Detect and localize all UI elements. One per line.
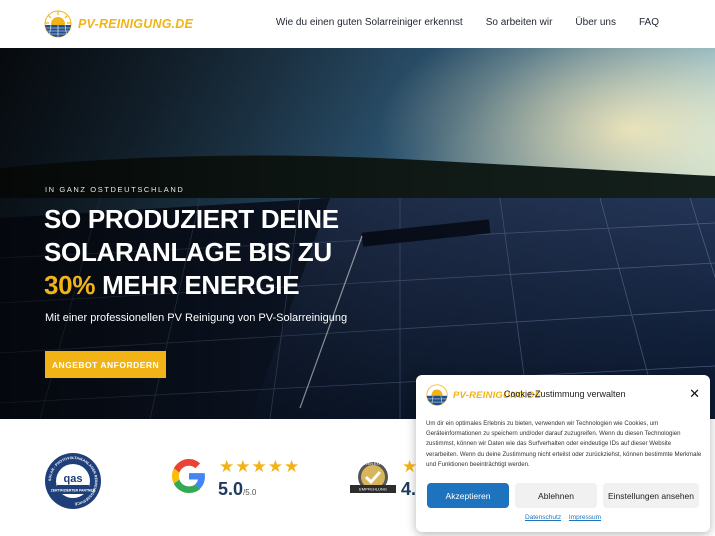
- nav-item-about[interactable]: Über uns: [575, 17, 616, 28]
- hero-headline: SO PRODUZIERT DEINE SOLARANLAGE BIS ZU 3…: [44, 203, 339, 302]
- expert-sub: EMPFEHLUNG: [359, 487, 387, 492]
- hero-section: IN GANZ OSTDEUTSCHLAND SO PRODUZIERT DEI…: [0, 48, 715, 419]
- logo-text: PV-REINIGUNG.DE: [78, 17, 194, 31]
- qas-partner-badge: SOLAR - PHOTOVOLTAIKANLAGEN REINIGUNGSSE…: [45, 453, 101, 509]
- headline-line-1: SO PRODUZIERT DEINE: [44, 204, 339, 234]
- qas-sub: ZERTIFIZIERTER PARTNER: [51, 489, 96, 493]
- accept-button[interactable]: Akzeptieren: [427, 483, 509, 508]
- qas-label: qas: [64, 473, 83, 485]
- nav-item-process[interactable]: So arbeiten wir: [486, 17, 553, 28]
- hero-subline: Mit einer professionellen PV Reinigung v…: [45, 312, 348, 324]
- view-settings-button[interactable]: Einstellungen ansehen: [603, 483, 699, 508]
- request-quote-button[interactable]: ANGEBOT ANFORDERN: [45, 351, 166, 378]
- hero-eyebrow: IN GANZ OSTDEUTSCHLAND: [45, 185, 185, 194]
- headline-accent: 30%: [44, 270, 96, 300]
- google-icon: [172, 459, 205, 493]
- google-rating-scale: /5.0: [243, 488, 257, 497]
- sun-panel-logo-icon: [44, 10, 72, 38]
- expert-rating: 4.: [401, 479, 417, 499]
- nav-item-faq[interactable]: FAQ: [639, 17, 659, 28]
- nav-item-guide[interactable]: Wie du einen guten Solarreiniger erkenns…: [276, 17, 463, 28]
- imprint-link[interactable]: Impressum: [569, 514, 601, 521]
- expert-star-rating: ★: [402, 457, 418, 476]
- site-header: PV-REINIGUNG.DE Wie du einen guten Solar…: [0, 0, 715, 48]
- sun-panel-logo-icon: [426, 384, 448, 406]
- google-star-rating: ★★★★★: [219, 457, 301, 476]
- headline-rest: MEHR ENERGIE: [95, 270, 300, 300]
- headline-line-3: 30% MEHR ENERGIE: [44, 269, 339, 302]
- proven-expert-badge: EMPFEHLUNG PROVEN EXPERT: [350, 462, 396, 493]
- deny-button[interactable]: Ablehnen: [515, 483, 597, 508]
- privacy-link[interactable]: Datenschutz: [525, 514, 561, 521]
- google-rating: 5.0/5.0: [218, 479, 256, 500]
- cookie-body-text: Um dir ein optimales Erlebnis zu bieten,…: [426, 420, 702, 468]
- cookie-title: Cookie-Zustimmung verwalten: [504, 389, 626, 399]
- cookie-consent-dialog: PV-REINIGUNG.DE Cookie-Zustimmung verwal…: [416, 375, 710, 532]
- main-nav: Wie du einen guten Solarreiniger erkenns…: [276, 17, 659, 28]
- expert-label: PROVEN EXPERT: [358, 462, 389, 466]
- site-logo[interactable]: PV-REINIGUNG.DE: [44, 10, 193, 38]
- google-rating-value: 5.0: [218, 479, 244, 499]
- headline-line-2: SOLARANLAGE BIS ZU: [44, 237, 332, 267]
- cookie-links: Datenschutz Impressum: [416, 514, 710, 521]
- close-icon[interactable]: ✕: [689, 386, 700, 402]
